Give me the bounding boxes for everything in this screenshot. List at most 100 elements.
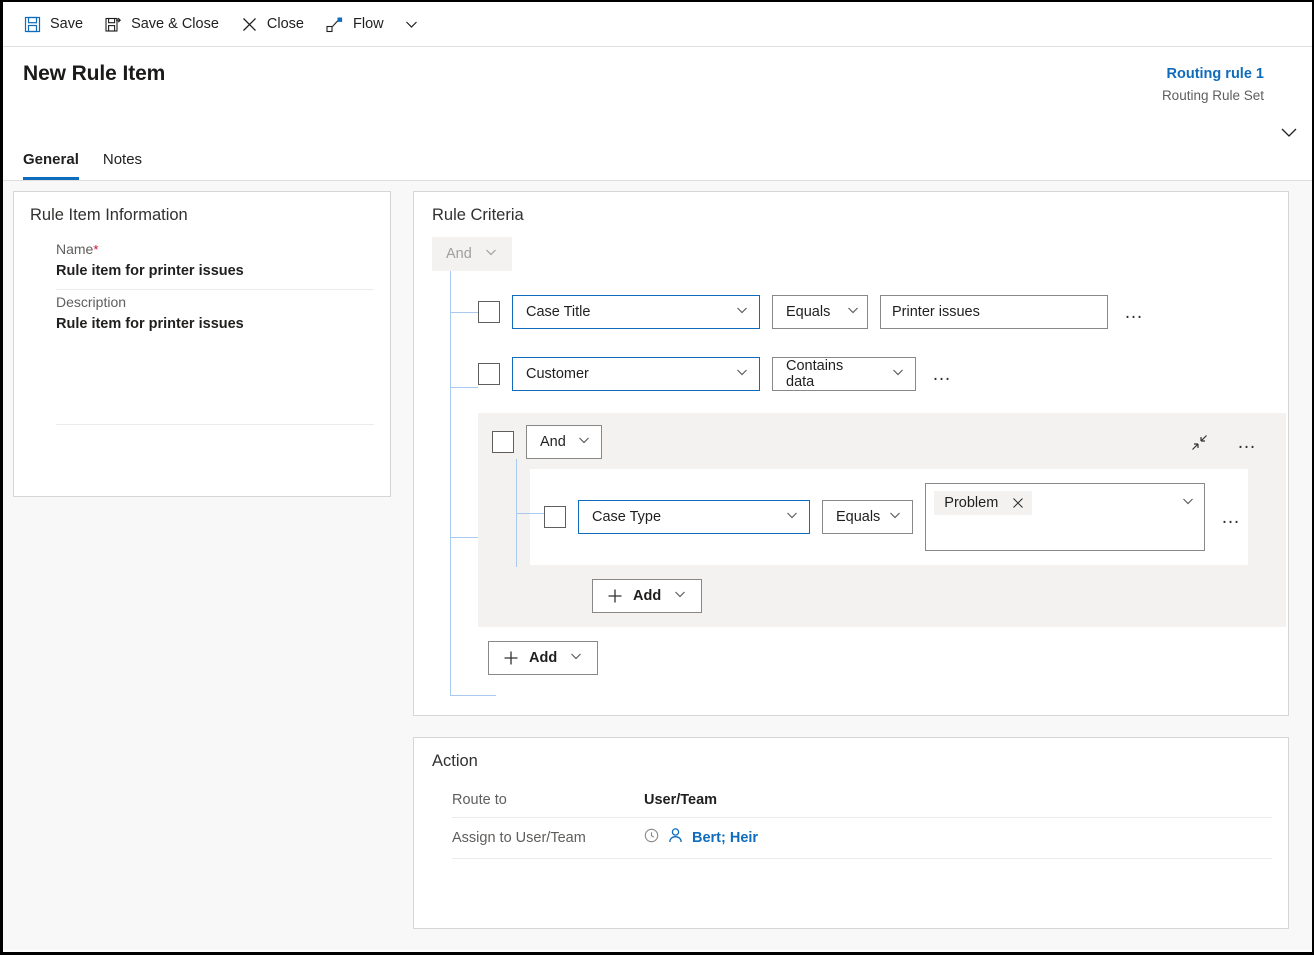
criteria-tree: And Case Title Equals Printer issues … C… xyxy=(432,237,1286,696)
root-group-operator-label: And xyxy=(446,246,472,262)
flow-button-label: Flow xyxy=(353,16,384,32)
criteria-row-more-button[interactable]: … xyxy=(1118,303,1151,322)
flow-icon xyxy=(326,16,344,33)
rule-item-information-title: Rule Item Information xyxy=(30,206,188,224)
route-to-row: Route to User/Team xyxy=(452,783,1272,818)
chevron-down-icon xyxy=(846,303,860,321)
rule-item-information-panel: Rule Item Information Name* Rule item fo… xyxy=(13,191,391,497)
tree-branch-line xyxy=(450,387,478,388)
action-panel: Action Route to User/Team Assign to User… xyxy=(413,737,1289,929)
tab-notes[interactable]: Notes xyxy=(103,151,142,180)
action-title: Action xyxy=(432,752,478,770)
criteria-value-multiselect[interactable]: Problem xyxy=(925,483,1205,551)
save-button-label: Save xyxy=(50,16,84,32)
header-record-summary: Routing rule 1 Routing Rule Set xyxy=(1162,65,1264,105)
chevron-down-icon xyxy=(1278,128,1300,147)
command-bar: Save Save & Close Close Flow xyxy=(3,2,1312,47)
attribute-dropdown[interactable]: Customer xyxy=(512,357,760,391)
nested-group-actions: … xyxy=(1190,433,1286,452)
name-field-value[interactable]: Rule item for printer issues xyxy=(56,263,374,290)
nested-group-add-label: Add xyxy=(633,588,662,604)
save-and-close-button-label: Save & Close xyxy=(131,16,219,32)
criteria-row: Case Title Equals Printer issues … xyxy=(478,295,1272,329)
criteria-row: Customer Contains data … xyxy=(478,357,1272,391)
recent-icon[interactable] xyxy=(644,828,659,848)
form-header: New Rule Item Routing rule 1 Routing Rul… xyxy=(3,47,1312,181)
operator-dropdown[interactable]: Contains data xyxy=(772,357,916,391)
tree-branch-line xyxy=(516,513,544,514)
assign-to-value: Bert; Heir xyxy=(692,830,759,846)
attribute-dropdown-label: Case Type xyxy=(592,509,662,525)
chevron-down-icon xyxy=(785,508,799,526)
save-and-close-button[interactable]: Save & Close xyxy=(94,2,230,46)
root-add-button[interactable]: Add xyxy=(488,641,599,675)
chevron-down-icon xyxy=(673,587,687,605)
tab-general[interactable]: General xyxy=(23,151,79,180)
tree-trunk-line xyxy=(450,271,451,695)
criteria-value-input[interactable]: Printer issues xyxy=(880,295,1108,329)
operator-dropdown[interactable]: Equals xyxy=(772,295,868,329)
rule-item-form-window: Save Save & Close Close Flow New Rule It… xyxy=(0,0,1314,955)
tab-notes-label: Notes xyxy=(102,151,143,168)
chevron-down-icon xyxy=(888,508,902,526)
criteria-row: Case Type Equals Problem … xyxy=(544,483,1248,551)
collapse-icon[interactable] xyxy=(1190,433,1209,452)
operator-dropdown-label: Equals xyxy=(835,509,881,525)
chevron-down-icon xyxy=(403,16,420,33)
nested-group-add-button[interactable]: Add xyxy=(592,579,703,613)
operator-dropdown-label: Contains data xyxy=(786,358,844,390)
criteria-row-checkbox[interactable] xyxy=(544,506,566,528)
description-field-value[interactable]: Rule item for printer issues xyxy=(56,316,374,425)
criteria-row-checkbox[interactable] xyxy=(478,301,500,323)
nested-group-more-button[interactable]: … xyxy=(1231,433,1264,452)
routing-rule-link[interactable]: Routing rule 1 xyxy=(1162,65,1264,85)
header-expand-button[interactable] xyxy=(1278,121,1300,148)
route-to-value[interactable]: User/Team xyxy=(644,792,717,808)
selected-value-chip: Problem xyxy=(934,491,1033,515)
attribute-dropdown-label: Case Title xyxy=(526,304,591,320)
root-add-label: Add xyxy=(529,650,558,666)
attribute-dropdown[interactable]: Case Title xyxy=(512,295,760,329)
chevron-down-icon xyxy=(577,433,591,451)
save-icon xyxy=(24,16,41,33)
name-label-text: Name xyxy=(56,241,94,257)
criteria-row-checkbox[interactable] xyxy=(478,363,500,385)
tree-branch-line xyxy=(450,695,496,696)
root-group-operator-dropdown[interactable]: And xyxy=(432,237,512,271)
tree-branch-line xyxy=(450,312,478,313)
save-button[interactable]: Save xyxy=(13,2,94,46)
criteria-row-more-button[interactable]: … xyxy=(926,365,959,384)
operator-dropdown[interactable]: Equals xyxy=(821,500,914,534)
close-icon xyxy=(241,16,258,33)
attribute-dropdown[interactable]: Case Type xyxy=(578,500,810,534)
chevron-down-icon xyxy=(484,245,498,263)
tab-general-label: General xyxy=(23,151,79,168)
attribute-dropdown-label: Customer xyxy=(526,366,589,382)
chevron-down-icon xyxy=(1181,494,1195,513)
assign-to-label: Assign to User/Team xyxy=(452,830,586,846)
close-icon[interactable] xyxy=(1012,497,1024,509)
save-and-close-icon xyxy=(105,16,122,33)
route-to-label: Route to xyxy=(452,792,507,808)
page-title: New Rule Item xyxy=(23,62,166,85)
criteria-row-more-button[interactable]: … xyxy=(1215,508,1248,527)
chevron-down-icon xyxy=(735,365,749,383)
rule-criteria-title: Rule Criteria xyxy=(432,206,524,224)
nested-group-checkbox[interactable] xyxy=(492,431,514,453)
flow-button[interactable]: Flow xyxy=(315,2,395,46)
close-button-label: Close xyxy=(266,16,304,32)
name-field-label: Name* xyxy=(56,237,374,263)
nested-group-content: Case Type Equals Problem … xyxy=(516,459,1248,567)
nested-group-operator-label: And xyxy=(540,434,566,450)
assign-to-lookup[interactable]: Bert; Heir xyxy=(644,827,758,849)
close-button[interactable]: Close xyxy=(230,2,315,46)
routing-rule-entity-label: Routing Rule Set xyxy=(1161,87,1264,103)
selected-value-chip-label: Problem xyxy=(944,495,999,511)
chevron-down-icon xyxy=(569,649,583,667)
name-field: Name* Rule item for printer issues xyxy=(30,237,374,290)
nested-group-operator-dropdown[interactable]: And xyxy=(526,425,602,459)
command-bar-overflow-button[interactable] xyxy=(395,2,428,46)
description-field: Description Rule item for printer issues xyxy=(30,290,374,425)
person-icon xyxy=(667,827,684,849)
chevron-down-icon xyxy=(735,303,749,321)
